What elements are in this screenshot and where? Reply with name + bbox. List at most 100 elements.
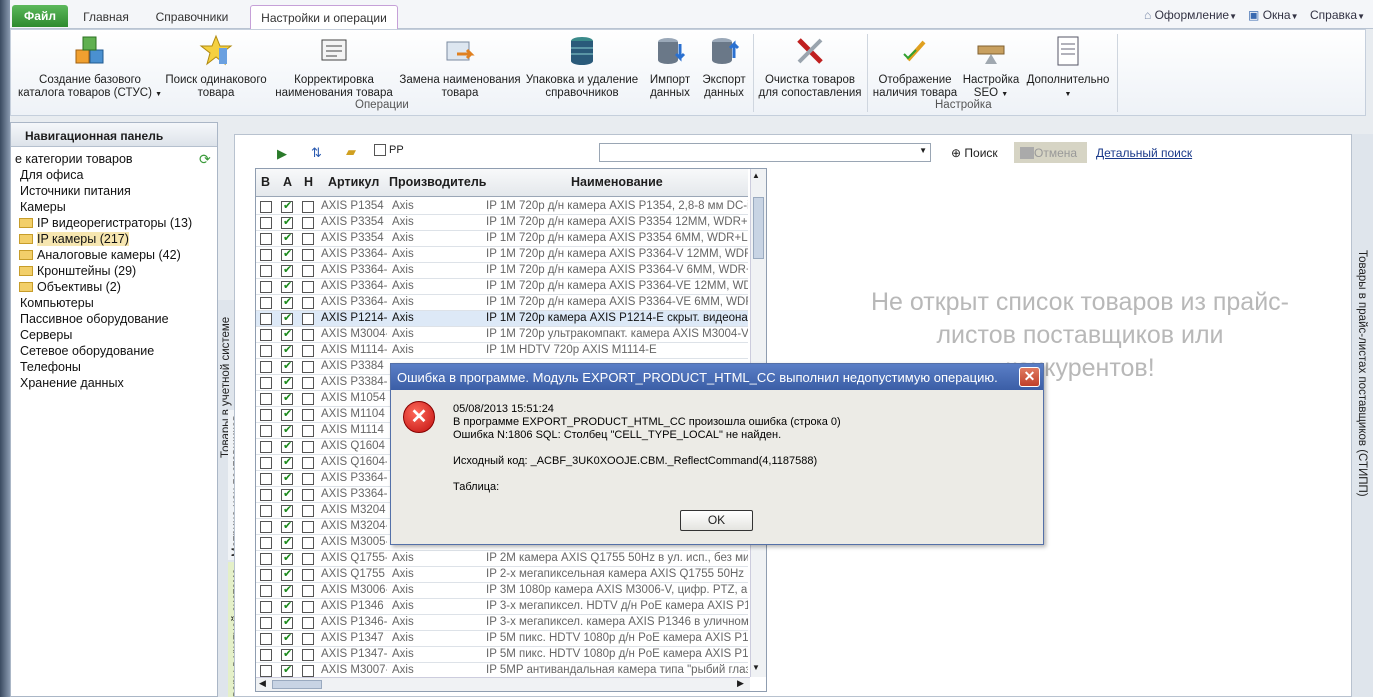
cb-a-checkbox[interactable] bbox=[281, 359, 293, 374]
cb-a-checkbox[interactable] bbox=[281, 199, 293, 214]
search-input[interactable]: ▼ bbox=[599, 143, 931, 162]
cb-a-checkbox[interactable] bbox=[281, 343, 293, 358]
cb-h-checkbox[interactable] bbox=[302, 281, 314, 293]
cb-b-checkbox[interactable] bbox=[260, 601, 272, 613]
table-row[interactable]: AXIS P3364-V Axis IP 1M 720р д/н камера AX… bbox=[256, 247, 748, 263]
cb-a-checkbox[interactable] bbox=[281, 567, 293, 582]
clean-products-button[interactable]: Очистка товаров для сопоставления bbox=[755, 34, 865, 100]
cb-h-checkbox[interactable] bbox=[302, 457, 314, 469]
nav-item[interactable]: Для офиса bbox=[20, 167, 83, 183]
table-row[interactable]: AXIS P3354 12 Axis IP 1M 720р д/н камера A… bbox=[256, 215, 748, 231]
table-row[interactable]: AXIS P1354 Axis IP 1M 720р д/н камера AXIS… bbox=[256, 199, 748, 215]
cb-a-checkbox[interactable] bbox=[281, 455, 293, 470]
nav-item[interactable]: Пассивное оборудование bbox=[20, 311, 169, 327]
detailed-search-link[interactable]: Детальный поиск bbox=[1096, 146, 1192, 160]
nav-item[interactable]: Аналоговые камеры (42) bbox=[19, 247, 181, 263]
cb-b-checkbox[interactable] bbox=[260, 425, 272, 437]
cb-b-checkbox[interactable] bbox=[260, 457, 272, 469]
cb-h-checkbox[interactable] bbox=[302, 473, 314, 485]
table-row[interactable]: AXIS M3006-V Axis IP 3M 1080р камера AXIS … bbox=[256, 583, 748, 599]
cb-h-checkbox[interactable] bbox=[302, 201, 314, 213]
import-data-button[interactable]: Импорт данных bbox=[643, 34, 697, 100]
export-data-button[interactable]: Экспорт данных bbox=[697, 34, 751, 100]
cb-b-checkbox[interactable] bbox=[260, 281, 272, 293]
cb-h-checkbox[interactable] bbox=[302, 377, 314, 389]
find-same-product-button[interactable]: Поиск одинакового товара bbox=[161, 34, 271, 100]
cb-b-checkbox[interactable] bbox=[260, 201, 272, 213]
chevron-down-icon[interactable]: ▼ bbox=[919, 146, 927, 155]
tab-file[interactable]: Файл bbox=[12, 5, 68, 27]
cb-b-checkbox[interactable] bbox=[260, 233, 272, 245]
design-menu[interactable]: ⌂ Оформление▼ bbox=[1144, 8, 1237, 22]
cb-a-checkbox[interactable] bbox=[281, 519, 293, 534]
windows-menu[interactable]: ▣ Окна▼ bbox=[1248, 8, 1299, 22]
cancel-button[interactable]: Отмена bbox=[1014, 142, 1087, 163]
scroll-up-icon[interactable]: ▲ bbox=[752, 171, 760, 180]
header-b[interactable]: В bbox=[261, 175, 270, 189]
cb-a-checkbox[interactable] bbox=[281, 215, 293, 230]
cb-h-checkbox[interactable] bbox=[302, 489, 314, 501]
cb-b-checkbox[interactable] bbox=[260, 553, 272, 565]
cb-h-checkbox[interactable] bbox=[302, 265, 314, 277]
cb-b-checkbox[interactable] bbox=[260, 521, 272, 533]
correct-name-button[interactable]: Корректировка наименования товара bbox=[273, 34, 395, 100]
scroll-right-icon[interactable]: ▶ bbox=[737, 678, 744, 689]
close-icon[interactable]: ✕ bbox=[1019, 367, 1040, 387]
tab-settings-operations[interactable]: Настройки и операции bbox=[250, 5, 398, 29]
table-row[interactable]: AXIS M1114-E Axis IP 1M HDTV 720р AXIS M11… bbox=[256, 343, 748, 359]
cb-b-checkbox[interactable] bbox=[260, 633, 272, 645]
table-row[interactable]: AXIS P3364-V Axis IP 1M 720р д/н камера AX… bbox=[256, 263, 748, 279]
cb-h-checkbox[interactable] bbox=[302, 313, 314, 325]
cb-h-checkbox[interactable] bbox=[302, 585, 314, 597]
cb-h-checkbox[interactable] bbox=[302, 521, 314, 533]
nav-item[interactable]: IP видеорегистраторы (13) bbox=[19, 215, 192, 231]
cb-a-checkbox[interactable] bbox=[281, 631, 293, 646]
cb-b-checkbox[interactable] bbox=[260, 217, 272, 229]
header-name[interactable]: Наименование bbox=[571, 175, 663, 189]
table-row[interactable]: AXIS P1346 Axis IP 3-х мегапиксел. HDTV д/… bbox=[256, 599, 748, 615]
cb-a-checkbox[interactable] bbox=[281, 231, 293, 246]
table-row[interactable]: AXIS P3364-VE Axis IP 1M 720р д/н камера A… bbox=[256, 279, 748, 295]
cb-a-checkbox[interactable] bbox=[281, 439, 293, 454]
cb-h-checkbox[interactable] bbox=[302, 441, 314, 453]
cb-h-checkbox[interactable] bbox=[302, 505, 314, 517]
scroll-left-icon[interactable]: ◀ bbox=[259, 678, 266, 689]
cb-b-checkbox[interactable] bbox=[260, 569, 272, 581]
table-row[interactable]: AXIS P1346-E Axis IP 3-х мегапиксел. камер… bbox=[256, 615, 748, 631]
cb-h-checkbox[interactable] bbox=[302, 329, 314, 341]
cb-h-checkbox[interactable] bbox=[302, 393, 314, 405]
cb-h-checkbox[interactable] bbox=[302, 233, 314, 245]
folder-icon[interactable]: ▰ bbox=[346, 144, 356, 160]
cb-b-checkbox[interactable] bbox=[260, 585, 272, 597]
nav-item[interactable]: Камеры bbox=[20, 199, 66, 215]
nav-item[interactable]: Объективы (2) bbox=[19, 279, 121, 295]
header-article[interactable]: Артикул bbox=[328, 175, 379, 189]
cb-b-checkbox[interactable] bbox=[260, 249, 272, 261]
cb-b-checkbox[interactable] bbox=[260, 505, 272, 517]
cb-h-checkbox[interactable] bbox=[302, 297, 314, 309]
table-row[interactable]: AXIS M3004-V Axis IP 1M 720р ультракомпакт… bbox=[256, 327, 748, 343]
cb-a-checkbox[interactable] bbox=[281, 663, 293, 678]
cb-a-checkbox[interactable] bbox=[281, 535, 293, 550]
cb-h-checkbox[interactable] bbox=[302, 569, 314, 581]
cb-a-checkbox[interactable] bbox=[281, 423, 293, 438]
horizontal-scrollbar[interactable]: ◀ ▶ bbox=[256, 677, 750, 691]
cb-h-checkbox[interactable] bbox=[302, 601, 314, 613]
help-menu[interactable]: Справка▼ bbox=[1310, 8, 1365, 22]
show-availability-button[interactable]: Отображение наличия товара bbox=[869, 34, 961, 100]
cb-a-checkbox[interactable] bbox=[281, 279, 293, 294]
cb-b-checkbox[interactable] bbox=[260, 297, 272, 309]
cb-a-checkbox[interactable] bbox=[281, 583, 293, 598]
cb-b-checkbox[interactable] bbox=[260, 345, 272, 357]
table-row[interactable]: AXIS Q1755 50 Axis IP 2-х мегапиксельная к… bbox=[256, 567, 748, 583]
refresh-icon[interactable]: ⟳ bbox=[199, 151, 211, 168]
header-h[interactable]: Н bbox=[304, 175, 313, 189]
cb-h-checkbox[interactable] bbox=[302, 633, 314, 645]
cb-a-checkbox[interactable] bbox=[281, 599, 293, 614]
pp-checkbox[interactable] bbox=[374, 144, 386, 156]
cb-h-checkbox[interactable] bbox=[302, 249, 314, 261]
cb-h-checkbox[interactable] bbox=[302, 617, 314, 629]
cb-h-checkbox[interactable] bbox=[302, 537, 314, 549]
cb-h-checkbox[interactable] bbox=[302, 345, 314, 357]
cb-a-checkbox[interactable] bbox=[281, 391, 293, 406]
